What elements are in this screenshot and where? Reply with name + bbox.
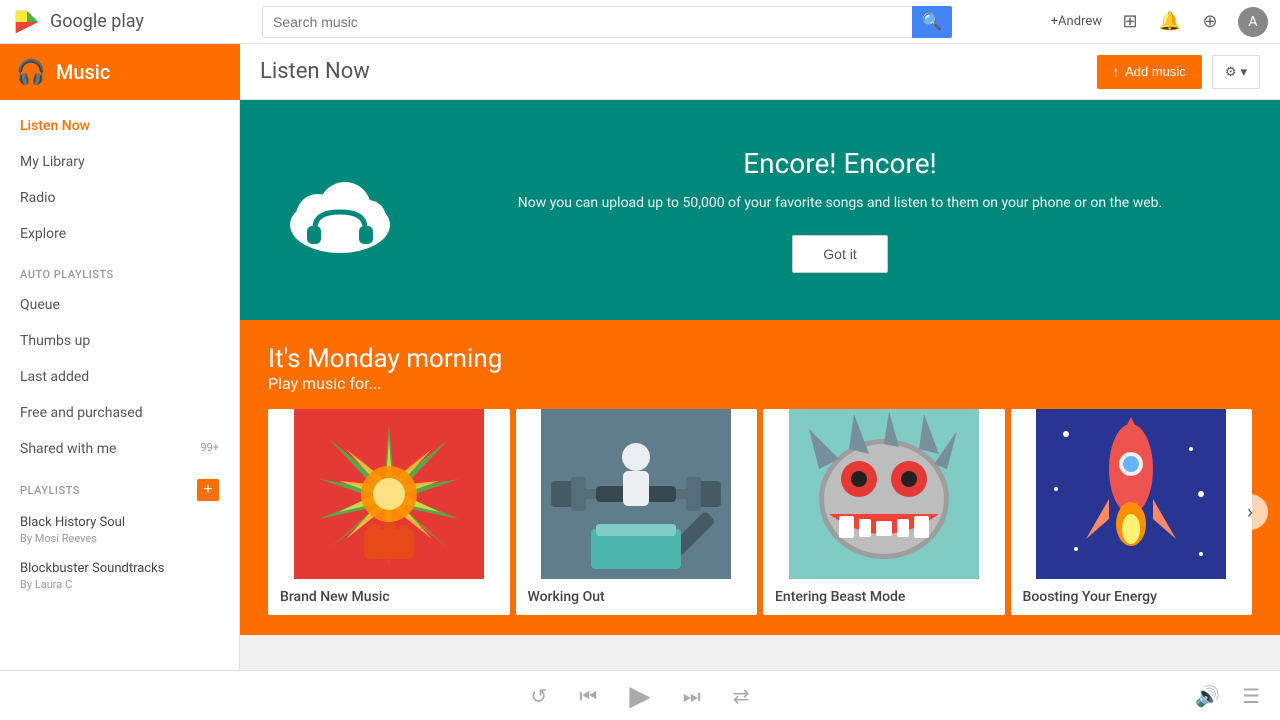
playlist-by: By Laura C xyxy=(20,578,219,591)
sidebar-playlist-blockbuster[interactable]: Blockbuster Soundtracks By Laura C xyxy=(0,553,239,599)
sidebar-item-radio[interactable]: Radio xyxy=(0,180,239,216)
cloud-headphone-icon xyxy=(280,160,400,260)
card-thumbnail xyxy=(763,409,1005,579)
user-name: +Andrew xyxy=(1051,14,1102,29)
settings-button[interactable]: ⚙ ▾ xyxy=(1212,55,1260,89)
encore-text: Encore! Encore! Now you can upload up to… xyxy=(440,147,1240,272)
next-button[interactable]: ⏭ xyxy=(683,684,701,708)
playlist-title: Blockbuster Soundtracks xyxy=(20,561,219,576)
playlist-by: By Mosi Reeves xyxy=(20,532,219,545)
sidebar: Listen Now My Library Radio Explore AUTO… xyxy=(0,100,240,670)
shared-with-me-badge: 99+ xyxy=(200,441,219,454)
sidebar-item-last-added[interactable]: Last added xyxy=(0,359,239,395)
card-boosting-energy[interactable]: Boosting Your Energy xyxy=(1011,409,1253,615)
monday-title: It's Monday morning xyxy=(268,344,1252,374)
gear-icon: ⚙ xyxy=(1225,64,1237,80)
top-right: +Andrew ⊞ 🔔 ⊕ A xyxy=(1051,7,1268,37)
upload-icon: ↑ xyxy=(1113,64,1120,79)
auto-playlists-label: AUTO PLAYLISTS xyxy=(0,252,239,287)
card-brand-new-music[interactable]: Brand New Music xyxy=(268,409,510,615)
playlists-section: PLAYLISTS + xyxy=(0,467,239,507)
top-bar: Google play 🔍 +Andrew ⊞ 🔔 ⊕ A xyxy=(0,0,1280,44)
next-button[interactable]: › xyxy=(1232,494,1268,530)
encore-title: Encore! Encore! xyxy=(440,147,1240,180)
add-playlist-button[interactable]: + xyxy=(197,479,219,501)
sidebar-item-shared-with-me[interactable]: Shared with me 99+ xyxy=(0,431,239,467)
card-thumbnail xyxy=(268,409,510,579)
page-title: Listen Now xyxy=(260,59,370,84)
content-area: Encore! Encore! Now you can upload up to… xyxy=(240,100,1280,670)
card-label: Brand New Music xyxy=(268,579,510,615)
music-section-header: 🎧 Music xyxy=(0,44,240,100)
header-actions: ↑ Add music ⚙ ▾ xyxy=(1097,55,1260,89)
music-cards-row: Brand New Music xyxy=(268,409,1252,615)
add-music-button[interactable]: ↑ Add music xyxy=(1097,55,1202,89)
grid-icon[interactable]: ⊞ xyxy=(1118,10,1142,34)
card-thumbnail xyxy=(1011,409,1253,579)
music-label: Music xyxy=(56,60,110,84)
monday-header: It's Monday morning Play music for... xyxy=(268,344,1252,393)
monday-subtitle: Play music for... xyxy=(268,374,1252,393)
got-it-button[interactable]: Got it xyxy=(792,235,887,273)
headphone-icon: 🎧 xyxy=(16,58,46,86)
settings-dropdown-icon: ▾ xyxy=(1240,64,1247,80)
search-input[interactable] xyxy=(262,6,912,38)
sub-header: 🎧 Music Listen Now ↑ Add music ⚙ ▾ xyxy=(0,44,1280,100)
card-label: Working Out xyxy=(516,579,758,615)
search-bar: 🔍 xyxy=(262,6,1041,38)
play-button[interactable]: ▶ xyxy=(629,679,651,712)
card-thumbnail xyxy=(516,409,758,579)
avatar[interactable]: A xyxy=(1238,7,1268,37)
logo-area: Google play xyxy=(12,7,252,37)
search-button[interactable]: 🔍 xyxy=(912,6,952,38)
main-layout: Listen Now My Library Radio Explore AUTO… xyxy=(0,100,1280,670)
prev-button[interactable]: ⏮ xyxy=(579,684,597,708)
logo-text: Google play xyxy=(50,11,144,32)
queue-button[interactable]: ☰ xyxy=(1242,684,1260,708)
bottom-player: ↺ ⏮ ▶ ⏭ ⇄ 🔊 ☰ xyxy=(0,670,1280,720)
monday-section: It's Monday morning Play music for... xyxy=(240,320,1280,635)
card-label: Entering Beast Mode xyxy=(763,579,1005,615)
cast-icon[interactable]: ⊕ xyxy=(1198,10,1222,34)
sidebar-item-explore[interactable]: Explore xyxy=(0,216,239,252)
encore-subtitle: Now you can upload up to 50,000 of your … xyxy=(440,192,1240,214)
volume-button[interactable]: 🔊 xyxy=(1195,684,1220,708)
sidebar-playlist-black-history[interactable]: Black History Soul By Mosi Reeves xyxy=(0,507,239,553)
play-logo-icon xyxy=(12,7,42,37)
encore-banner: Encore! Encore! Now you can upload up to… xyxy=(240,100,1280,320)
card-beast-mode[interactable]: Entering Beast Mode xyxy=(763,409,1005,615)
shuffle-button[interactable]: ⇄ xyxy=(733,684,750,708)
notifications-icon[interactable]: 🔔 xyxy=(1158,10,1182,34)
playlist-title: Black History Soul xyxy=(20,515,219,530)
card-label: Boosting Your Energy xyxy=(1011,579,1253,615)
playlists-label: PLAYLISTS xyxy=(20,484,197,497)
sidebar-item-my-library[interactable]: My Library xyxy=(0,144,239,180)
sidebar-item-thumbs-up[interactable]: Thumbs up xyxy=(0,323,239,359)
card-working-out[interactable]: Working Out xyxy=(516,409,758,615)
sidebar-item-listen-now[interactable]: Listen Now xyxy=(0,108,239,144)
sidebar-item-free-purchased[interactable]: Free and purchased xyxy=(0,395,239,431)
sidebar-item-queue[interactable]: Queue xyxy=(0,287,239,323)
repeat-button[interactable]: ↺ xyxy=(530,684,547,708)
